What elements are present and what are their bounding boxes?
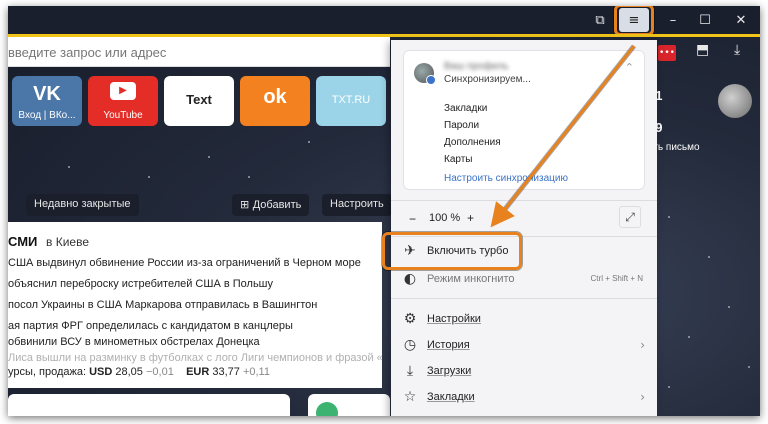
screenshot: ⧉ ≡ – ☐ ✕ введите запрос или адрес ••• ⬒…: [0, 0, 768, 424]
browser-window: ⧉ ≡ – ☐ ✕ введите запрос или адрес ••• ⬒…: [8, 6, 760, 416]
annotation-arrow: [490, 44, 636, 228]
